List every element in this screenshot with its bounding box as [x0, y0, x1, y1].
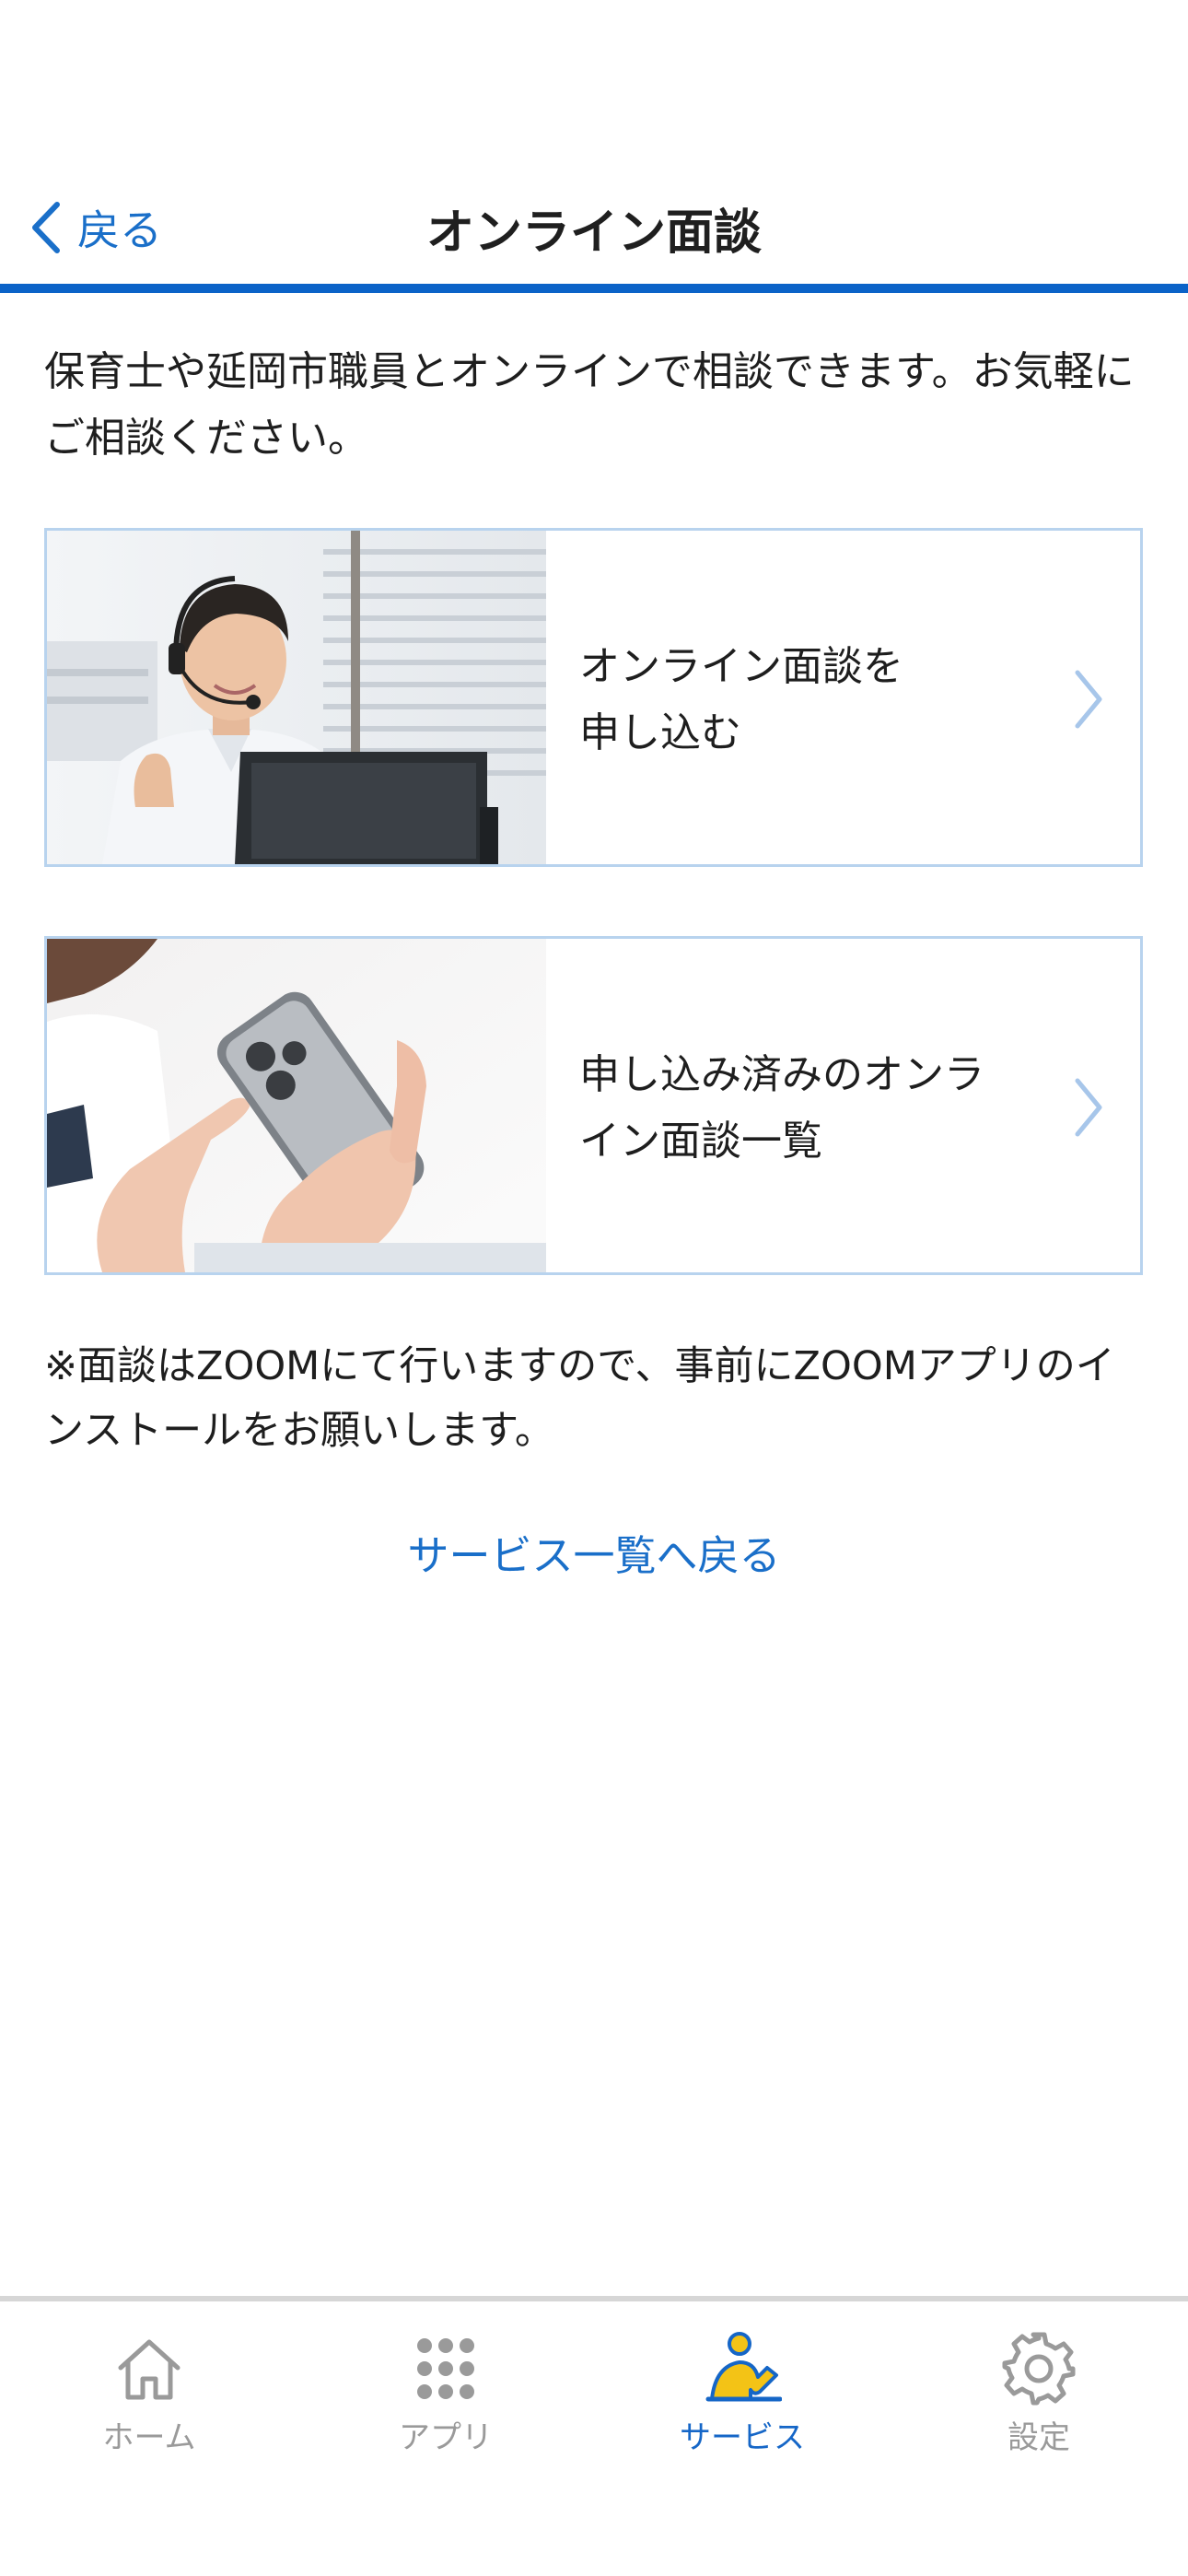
list-card-label: 申し込み済みのオンラ イン面談一覧	[579, 1042, 1058, 1175]
tab-settings[interactable]: 設定	[938, 2329, 1140, 2467]
apply-online-interview-card[interactable]: オンライン面談を 申し込む	[44, 528, 1143, 867]
applied-interview-list-card[interactable]: 申し込み済みのオンラ イン面談一覧	[44, 936, 1143, 1275]
gear-icon	[1002, 2332, 1076, 2406]
tab-bar: ホーム アプリ サービス 設定	[0, 2296, 1188, 2576]
chevron-right-icon	[1075, 1078, 1102, 1137]
apply-card-label: オンライン面談を 申し込む	[579, 634, 1058, 767]
zoom-notice: ※面談はZOOMにて行いますので、事前にZOOMアプリのインストールをお願いしま…	[44, 1343, 1115, 1454]
tab-home-label: ホーム	[102, 2419, 196, 2456]
tab-services-label: サービス	[680, 2419, 805, 2456]
home-icon	[118, 2339, 181, 2400]
page-title: オンライン面談	[425, 205, 762, 261]
header-divider	[0, 284, 1188, 293]
online-interview-screen: 戻る オンライン面談 保育士や延岡市職員とオンラインで相談できます。お気軽にご相…	[0, 0, 1188, 2576]
tab-apps-label: アプリ	[399, 2419, 493, 2456]
headset-staff-photo	[47, 531, 546, 864]
chevron-right-icon	[1075, 670, 1102, 729]
navigation-header: 戻る オンライン面談	[0, 166, 1188, 287]
apps-grid-icon	[417, 2338, 474, 2399]
smartphone-hands-photo	[47, 939, 546, 1272]
tab-services[interactable]: サービス	[641, 2329, 844, 2467]
apply-card-label-line1: オンライン面談を	[579, 643, 903, 690]
apply-card-label-line2: 申し込む	[579, 709, 741, 756]
tab-home[interactable]: ホーム	[48, 2329, 250, 2467]
list-card-label-line1: 申し込み済みのオンラ	[579, 1051, 984, 1098]
service-person-icon	[705, 2332, 782, 2402]
tab-apps[interactable]: アプリ	[344, 2329, 547, 2467]
list-card-label-line2: イン面談一覧	[579, 1118, 822, 1165]
back-to-services-link[interactable]: サービス一覧へ戻る	[0, 1522, 1188, 1582]
intro-text: 保育士や延岡市職員とオンラインで相談できます。お気軽にご相談ください。	[44, 348, 1135, 462]
tab-settings-label: 設定	[1007, 2419, 1070, 2456]
